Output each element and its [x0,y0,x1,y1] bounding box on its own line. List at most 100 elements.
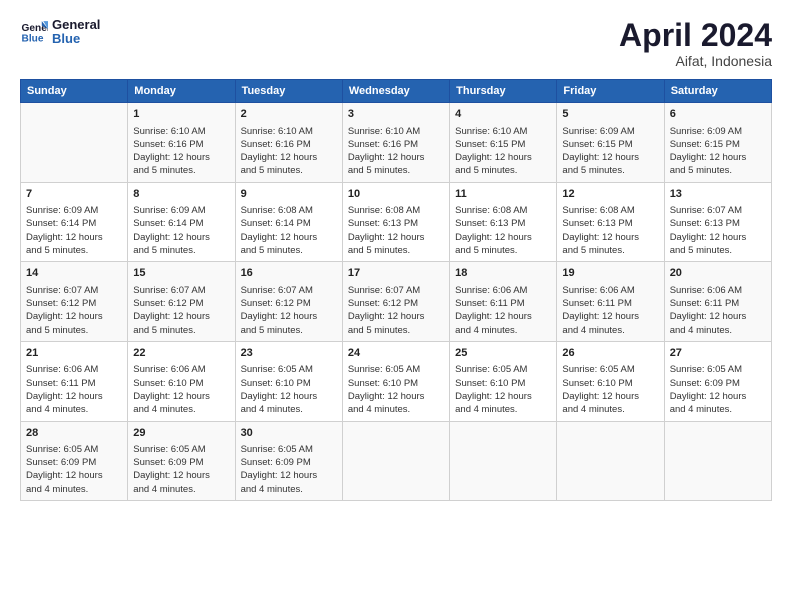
generalblue-logo-icon: General Blue [20,18,48,46]
calendar-cell: 13 Sunrise: 6:07 AM Sunset: 6:13 PM Dayli… [664,182,771,262]
calendar-cell: 21Sunrise: 6:06 AM Sunset: 6:11 PM Dayli… [21,341,128,421]
day-number: 30 [241,426,337,441]
week-row-5: 28Sunrise: 6:05 AM Sunset: 6:09 PM Dayli… [21,421,772,501]
calendar-cell: 16Sunrise: 6:07 AM Sunset: 6:12 PM Dayli… [235,262,342,342]
day-number: 26 [562,346,658,361]
cell-info: Sunrise: 6:09 AM Sunset: 6:14 PM Dayligh… [26,204,122,257]
day-number: 5 [562,107,658,122]
calendar-cell: 22Sunrise: 6:06 AM Sunset: 6:10 PM Dayli… [128,341,235,421]
calendar-cell: 9 Sunrise: 6:08 AM Sunset: 6:14 PM Daylig… [235,182,342,262]
main-title: April 2024 [619,18,772,53]
calendar-cell: 4Sunrise: 6:10 AM Sunset: 6:15 PM Daylig… [450,103,557,183]
calendar-cell: 1Sunrise: 6:10 AM Sunset: 6:16 PM Daylig… [128,103,235,183]
calendar-cell: 7 Sunrise: 6:09 AM Sunset: 6:14 PM Daylig… [21,182,128,262]
logo: General Blue General Blue [20,18,100,47]
cell-info: Sunrise: 6:08 AM Sunset: 6:13 PM Dayligh… [348,204,444,257]
day-number: 29 [133,426,229,441]
cell-info: Sunrise: 6:05 AM Sunset: 6:10 PM Dayligh… [348,363,444,416]
calendar-cell: 23Sunrise: 6:05 AM Sunset: 6:10 PM Dayli… [235,341,342,421]
week-row-1: 1 Sunrise: 6:10 AM Sunset: 6:16 PM Daylig… [21,103,772,183]
day-number: 13 [670,187,766,202]
calendar-cell: 10 Sunrise: 6:08 AM Sunset: 6:13 PM Dayli… [342,182,449,262]
calendar-cell: 28Sunrise: 6:05 AM Sunset: 6:09 PM Dayli… [21,421,128,501]
calendar-cell: 17Sunrise: 6:07 AM Sunset: 6:12 PM Dayli… [342,262,449,342]
svg-text:Blue: Blue [22,34,44,45]
calendar-cell [664,421,771,501]
col-header-sunday: Sunday [21,80,128,103]
day-number: 25 [455,346,551,361]
cell-info: Sunrise: 6:10 AM Sunset: 6:15 PM Dayligh… [455,125,551,178]
calendar-cell: 25 Sunrise: 6:05 AM Sunset: 6:10 PM Dayli… [450,341,557,421]
day-number: 18 [455,266,551,281]
week-row-4: 21Sunrise: 6:06 AM Sunset: 6:11 PM Dayli… [21,341,772,421]
cell-info: Sunrise: 6:05 AM Sunset: 6:10 PM Dayligh… [455,363,551,416]
day-number: 2 [241,107,337,122]
cell-info: Sunrise: 6:06 AM Sunset: 6:11 PM Dayligh… [26,363,122,416]
calendar-cell: 30 Sunrise: 6:05 AM Sunset: 6:09 PM Dayli… [235,421,342,501]
cell-info: Sunrise: 6:07 AM Sunset: 6:12 PM Dayligh… [348,284,444,337]
col-header-wednesday: Wednesday [342,80,449,103]
cell-info: Sunrise: 6:06 AM Sunset: 6:11 PM Dayligh… [562,284,658,337]
calendar-cell: 2Sunrise: 6:10 AM Sunset: 6:16 PM Daylig… [235,103,342,183]
calendar-cell: 19 Sunrise: 6:06 AM Sunset: 6:11 PM Dayli… [557,262,664,342]
header: General Blue General Blue April 2024 Aif… [20,18,772,69]
calendar-cell [342,421,449,501]
calendar-cell: 11 Sunrise: 6:08 AM Sunset: 6:13 PM Dayli… [450,182,557,262]
calendar-cell: 3Sunrise: 6:10 AM Sunset: 6:16 PM Daylig… [342,103,449,183]
logo-blue-text: Blue [52,32,100,46]
calendar-cell: 15 Sunrise: 6:07 AM Sunset: 6:12 PM Dayli… [128,262,235,342]
cell-info: Sunrise: 6:05 AM Sunset: 6:09 PM Dayligh… [133,443,229,496]
day-number: 6 [670,107,766,122]
subtitle: Aifat, Indonesia [619,53,772,69]
cell-info: Sunrise: 6:09 AM Sunset: 6:14 PM Dayligh… [133,204,229,257]
col-header-thursday: Thursday [450,80,557,103]
title-block: April 2024 Aifat, Indonesia [619,18,772,69]
day-number: 12 [562,187,658,202]
calendar-cell: 20 Sunrise: 6:06 AM Sunset: 6:11 PM Dayli… [664,262,771,342]
calendar-cell [450,421,557,501]
calendar-cell: 8 Sunrise: 6:09 AM Sunset: 6:14 PM Daylig… [128,182,235,262]
cell-info: Sunrise: 6:05 AM Sunset: 6:09 PM Dayligh… [26,443,122,496]
col-header-friday: Friday [557,80,664,103]
day-number: 14 [26,266,122,281]
day-number: 24 [348,346,444,361]
calendar-cell: 18 Sunrise: 6:06 AM Sunset: 6:11 PM Dayli… [450,262,557,342]
cell-info: Sunrise: 6:07 AM Sunset: 6:12 PM Dayligh… [241,284,337,337]
col-header-monday: Monday [128,80,235,103]
day-number: 9 [241,187,337,202]
calendar-cell: 6 Sunrise: 6:09 AM Sunset: 6:15 PM Daylig… [664,103,771,183]
cell-info: Sunrise: 6:07 AM Sunset: 6:12 PM Dayligh… [133,284,229,337]
week-row-2: 7 Sunrise: 6:09 AM Sunset: 6:14 PM Daylig… [21,182,772,262]
day-number: 8 [133,187,229,202]
calendar-cell: 29 Sunrise: 6:05 AM Sunset: 6:09 PM Dayli… [128,421,235,501]
day-number: 23 [241,346,337,361]
cell-info: Sunrise: 6:06 AM Sunset: 6:11 PM Dayligh… [455,284,551,337]
calendar-cell [557,421,664,501]
col-header-tuesday: Tuesday [235,80,342,103]
cell-info: Sunrise: 6:09 AM Sunset: 6:15 PM Dayligh… [670,125,766,178]
cell-info: Sunrise: 6:05 AM Sunset: 6:09 PM Dayligh… [670,363,766,416]
cell-info: Sunrise: 6:09 AM Sunset: 6:15 PM Dayligh… [562,125,658,178]
logo-general-text: General [52,18,100,32]
calendar-cell: 12Sunrise: 6:08 AM Sunset: 6:13 PM Dayli… [557,182,664,262]
day-number: 20 [670,266,766,281]
calendar-cell: 27Sunrise: 6:05 AM Sunset: 6:09 PM Dayli… [664,341,771,421]
cell-info: Sunrise: 6:08 AM Sunset: 6:13 PM Dayligh… [455,204,551,257]
day-number: 10 [348,187,444,202]
day-number: 1 [133,107,229,122]
calendar-cell: 26Sunrise: 6:05 AM Sunset: 6:10 PM Dayli… [557,341,664,421]
cell-info: Sunrise: 6:07 AM Sunset: 6:13 PM Dayligh… [670,204,766,257]
day-number: 7 [26,187,122,202]
cell-info: Sunrise: 6:10 AM Sunset: 6:16 PM Dayligh… [348,125,444,178]
day-number: 19 [562,266,658,281]
calendar-cell: 24 Sunrise: 6:05 AM Sunset: 6:10 PM Dayli… [342,341,449,421]
cell-info: Sunrise: 6:08 AM Sunset: 6:14 PM Dayligh… [241,204,337,257]
calendar-cell: 14 Sunrise: 6:07 AM Sunset: 6:12 PM Dayli… [21,262,128,342]
cell-info: Sunrise: 6:05 AM Sunset: 6:09 PM Dayligh… [241,443,337,496]
day-number: 11 [455,187,551,202]
cell-info: Sunrise: 6:07 AM Sunset: 6:12 PM Dayligh… [26,284,122,337]
day-number: 15 [133,266,229,281]
cell-info: Sunrise: 6:06 AM Sunset: 6:11 PM Dayligh… [670,284,766,337]
day-number: 22 [133,346,229,361]
col-header-saturday: Saturday [664,80,771,103]
